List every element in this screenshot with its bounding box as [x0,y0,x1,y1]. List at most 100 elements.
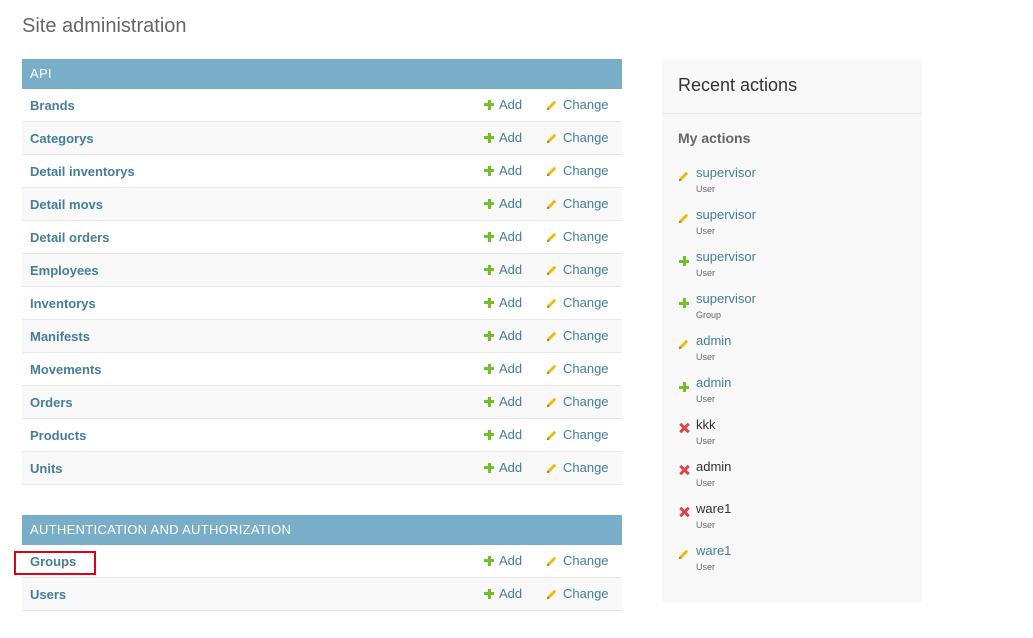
change-link-orders[interactable]: Change [546,394,609,409]
add-label: Add [499,295,523,310]
add-link-categorys[interactable]: Add [484,130,522,145]
pencil-icon [546,165,558,177]
change-link-categorys[interactable]: Change [546,130,609,145]
recent-action-type: Group [696,310,722,320]
module-api: API Brands Add Change Categorys Add Change Deta… [22,59,622,485]
recent-action-object[interactable]: admin [696,375,731,390]
recent-action-item: supervisor User [678,165,908,205]
recent-action-object[interactable]: admin [696,333,731,348]
add-link-detail-orders[interactable]: Add [484,229,522,244]
module-authentication-and-authorization: AUTHENTICATION AND AUTHORIZATION Groups Ad… [22,515,622,611]
model-row-inventorys: Inventorys Add Change [22,287,622,320]
model-link-detail-orders[interactable]: Detail orders [30,230,109,245]
model-link-detail-movs[interactable]: Detail movs [30,197,103,212]
add-label: Add [499,229,523,244]
pencil-icon [546,429,558,441]
model-link-brands[interactable]: Brands [30,98,75,113]
groups-highlight-box [14,551,96,575]
my-actions-heading: My actions [678,130,751,146]
recent-action-item: admin User [678,459,908,499]
module-caption[interactable]: AUTHENTICATION AND AUTHORIZATION [22,515,622,545]
add-label: Add [499,586,523,601]
add-link-units[interactable]: Add [484,460,522,475]
add-link-inventorys[interactable]: Add [484,295,522,310]
page-title: Site administration [22,15,187,37]
change-label: Change [563,361,609,376]
add-link-groups[interactable]: Add [484,553,522,568]
model-row-groups: Groups Add Change [22,545,622,578]
recent-action-object[interactable]: supervisor [696,291,756,306]
recent-action-object[interactable]: ware1 [696,543,731,558]
plus-icon [484,363,494,374]
add-link-products[interactable]: Add [484,427,522,442]
change-label: Change [563,262,609,277]
change-link-movements[interactable]: Change [546,361,609,376]
model-row-detail-movs: Detail movs Add Change [22,188,622,221]
add-link-movements[interactable]: Add [484,361,522,376]
recent-action-object[interactable]: supervisor [696,165,756,180]
plus-icon [484,264,494,275]
change-link-detail-orders[interactable]: Change [546,229,609,244]
change-label: Change [563,97,609,112]
recent-action-type: User [696,184,716,194]
model-row-units: Units Add Change [22,452,622,485]
plus-icon [678,253,690,266]
change-link-employees[interactable]: Change [546,262,609,277]
model-link-orders[interactable]: Orders [30,395,73,410]
model-link-employees[interactable]: Employees [30,263,99,278]
model-row-products: Products Add Change [22,419,622,452]
change-label: Change [563,229,609,244]
change-link-detail-movs[interactable]: Change [546,196,609,211]
model-row-manifests: Manifests Add Change [22,320,622,353]
pencil-icon [678,337,690,349]
model-link-products[interactable]: Products [30,428,86,443]
pencil-icon [546,330,558,342]
model-link-detail-inventorys[interactable]: Detail inventorys [30,164,135,179]
model-link-inventorys[interactable]: Inventorys [30,296,96,311]
recent-action-object[interactable]: supervisor [696,207,756,222]
change-link-inventorys[interactable]: Change [546,295,609,310]
delete-icon [678,463,690,475]
add-label: Add [499,553,523,568]
recent-action-item: ware1 User [678,543,908,583]
model-link-units[interactable]: Units [30,461,63,476]
recent-action-type: User [696,478,716,488]
add-link-detail-movs[interactable]: Add [484,196,522,211]
add-link-employees[interactable]: Add [484,262,522,277]
plus-icon [678,379,690,392]
model-link-movements[interactable]: Movements [30,362,102,377]
change-link-groups[interactable]: Change [546,553,609,568]
module-caption[interactable]: API [22,59,622,89]
recent-action-object: admin [696,459,732,474]
recent-action-item: supervisor User [678,207,908,247]
change-link-manifests[interactable]: Change [546,328,609,343]
recent-actions-panel: Recent actions My actions supervisor User… [662,59,922,603]
change-link-users[interactable]: Change [546,586,609,601]
add-link-orders[interactable]: Add [484,394,522,409]
model-link-manifests[interactable]: Manifests [30,329,90,344]
add-link-manifests[interactable]: Add [484,328,522,343]
plus-icon [484,330,494,341]
change-link-detail-inventorys[interactable]: Change [546,163,609,178]
recent-action-object[interactable]: supervisor [696,249,756,264]
change-link-products[interactable]: Change [546,427,609,442]
add-link-detail-inventorys[interactable]: Add [484,163,522,178]
pencil-icon [546,231,558,243]
add-link-users[interactable]: Add [484,586,522,601]
model-link-categorys[interactable]: Categorys [30,131,94,146]
recent-action-type: User [696,226,716,236]
change-link-brands[interactable]: Change [546,97,609,112]
plus-icon [484,396,494,407]
delete-icon [678,421,690,433]
change-link-units[interactable]: Change [546,460,609,475]
model-link-users[interactable]: Users [30,587,66,602]
pencil-icon [546,363,558,375]
pencil-icon [546,264,558,276]
add-label: Add [499,460,523,475]
add-label: Add [499,97,523,112]
add-label: Add [499,163,523,178]
pencil-icon [546,555,558,567]
pencil-icon [546,99,558,111]
add-link-brands[interactable]: Add [484,97,522,112]
recent-actions-title: Recent actions [662,59,922,114]
